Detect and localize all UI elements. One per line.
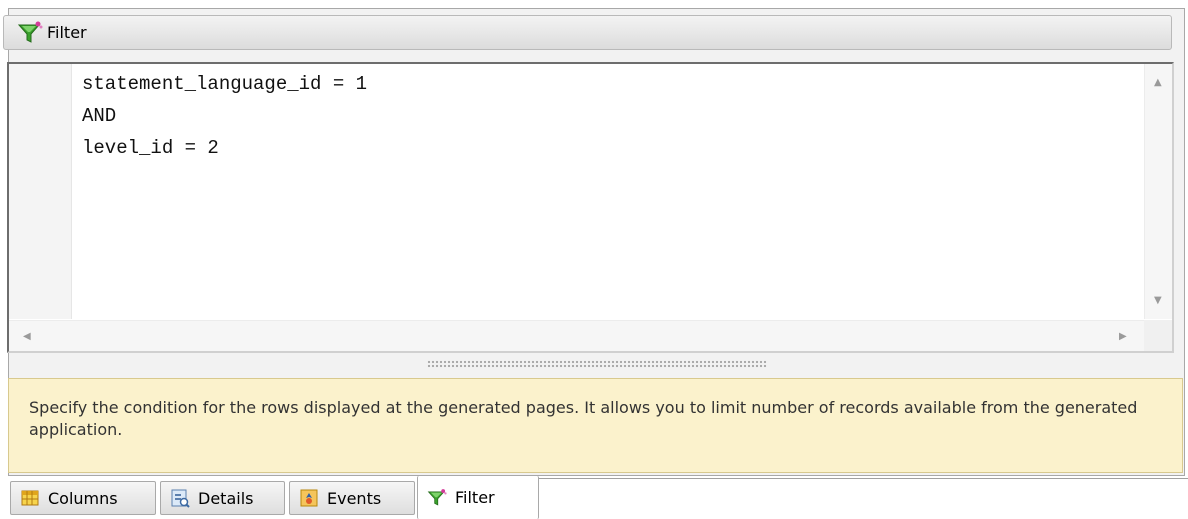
tab-baseline xyxy=(538,478,1188,479)
scroll-down-icon[interactable]: ▼ xyxy=(1154,296,1162,306)
scroll-up-icon[interactable]: ▲ xyxy=(1154,78,1162,88)
funnel-icon xyxy=(17,21,43,45)
funnel-icon xyxy=(427,488,447,508)
tab-events-label: Events xyxy=(327,488,382,508)
code-line: statement_language_id = 1 xyxy=(82,73,368,95)
hint-text: Specify the condition for the rows displ… xyxy=(29,398,1138,439)
horizontal-scrollbar[interactable]: ◀ ▶ xyxy=(9,320,1144,351)
code-line: level_id = 2 xyxy=(82,137,219,159)
table-icon xyxy=(20,488,40,508)
hint-box: Specify the condition for the rows displ… xyxy=(8,378,1183,473)
splitter-handle[interactable] xyxy=(427,360,767,368)
tab-columns-label: Columns xyxy=(48,488,118,508)
header-title: Filter xyxy=(47,23,87,42)
filter-header: Filter xyxy=(3,15,1172,50)
vertical-scrollbar[interactable]: ▲ ▼ xyxy=(1144,64,1172,319)
filter-editor[interactable]: statement_language_id = 1 AND level_id =… xyxy=(7,62,1174,353)
tab-filter[interactable]: Filter xyxy=(417,476,539,519)
scroll-left-icon[interactable]: ◀ xyxy=(23,332,31,342)
scroll-right-icon[interactable]: ▶ xyxy=(1119,332,1127,342)
events-icon xyxy=(299,488,319,508)
code-line: AND xyxy=(82,105,117,127)
code-area[interactable]: statement_language_id = 1 AND level_id =… xyxy=(82,68,367,164)
scrollbar-corner xyxy=(1144,320,1172,351)
tab-details-label: Details xyxy=(198,488,254,508)
tab-filter-label: Filter xyxy=(455,488,495,507)
tab-columns[interactable]: Columns xyxy=(10,481,156,515)
tab-events[interactable]: Events xyxy=(289,481,415,515)
details-icon xyxy=(170,488,190,508)
tab-details[interactable]: Details xyxy=(160,481,285,515)
line-gutter xyxy=(9,64,72,319)
